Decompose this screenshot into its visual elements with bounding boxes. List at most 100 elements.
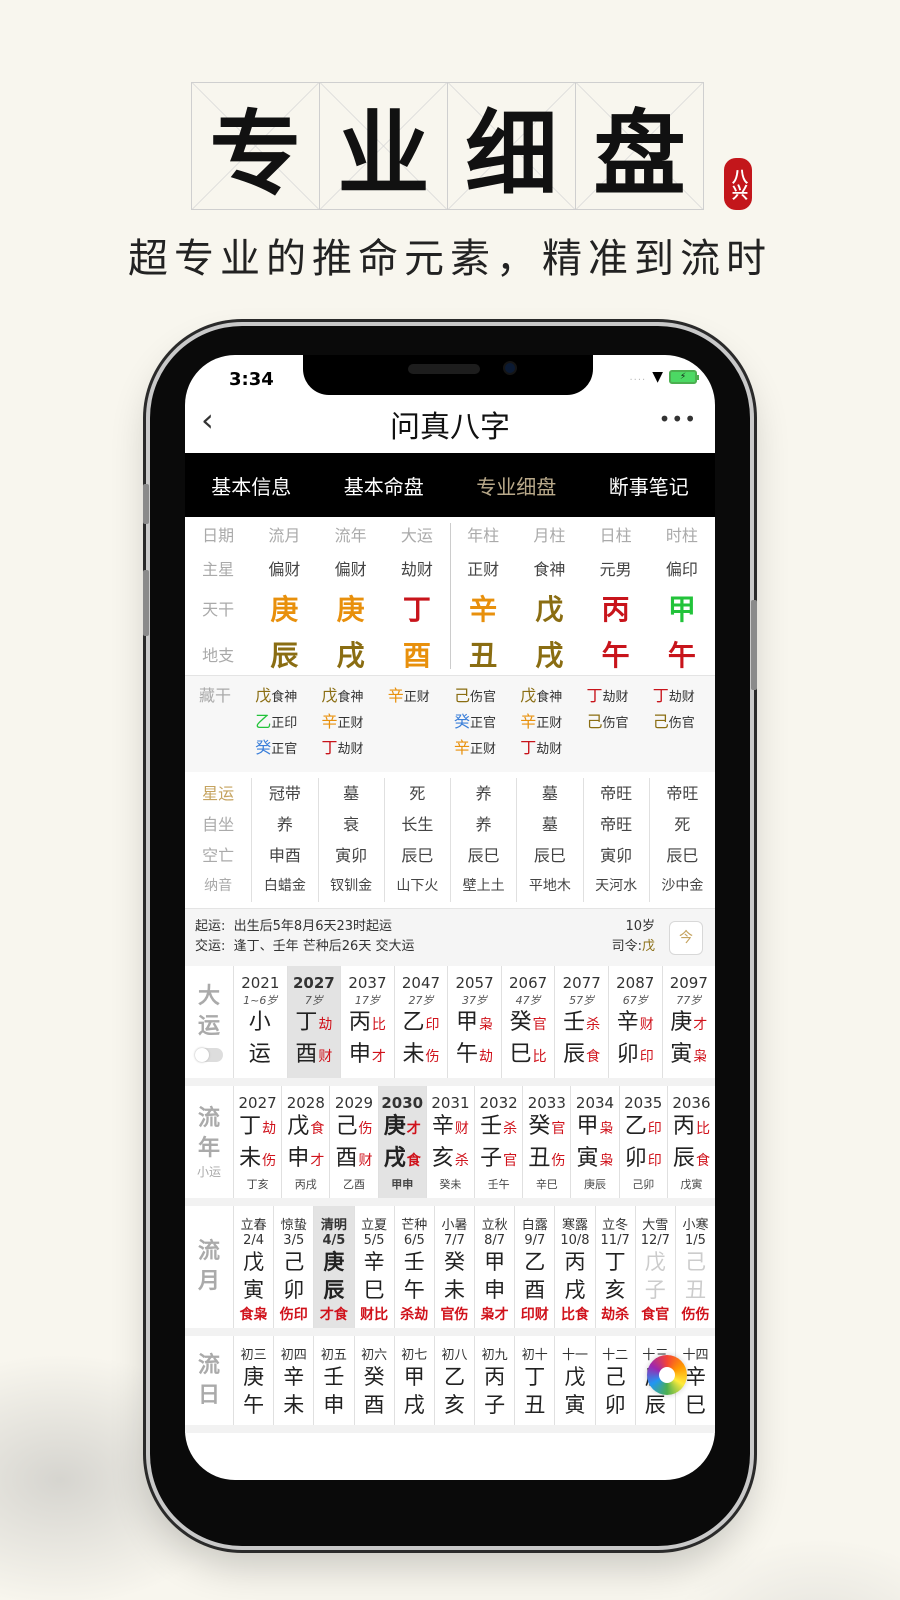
liunian-column[interactable]: 2031 辛财 亥杀 癸未 [425, 1086, 474, 1198]
calendar-today-icon[interactable]: 今 [669, 921, 703, 955]
dayun-column[interactable]: 2037 17岁 丙比 申才 [340, 966, 394, 1078]
dayun-column[interactable]: 2047 27岁 乙印 未伤 [393, 966, 448, 1078]
dayun-column[interactable]: 2087 67岁 辛财 卯印 [607, 966, 662, 1078]
row-label: 自坐 [202, 815, 235, 834]
row-label: 日期 [202, 526, 235, 545]
gan-zhi-char: 未 [402, 1042, 425, 1067]
liuri-column[interactable]: 初四辛未 [273, 1336, 313, 1425]
dayun-column[interactable]: 2057 37岁 甲枭 午劫 [447, 966, 501, 1078]
liunian-column[interactable]: 2035 乙印 卯印 己卯 [618, 1086, 667, 1198]
ganzhi: 卯印 [609, 1040, 662, 1072]
month-ten-gods: 才食 [319, 1307, 348, 1323]
liunian-column[interactable]: 2027 丁劫 未伤 丁亥 [233, 1086, 281, 1198]
dayun-column[interactable]: 2021 1~6岁小运 [233, 966, 287, 1078]
tab-notes[interactable]: 断事笔记 [609, 471, 689, 500]
day-branch: 午 [243, 1393, 265, 1417]
xingyun-column: 冠带养申酉 白蜡金 [251, 778, 317, 902]
day-stem: 庚 [243, 1365, 265, 1389]
liuri-column[interactable]: 初八乙亥 [433, 1336, 474, 1425]
liuyue-column[interactable]: 立春 2/4 戊寅食枭 [233, 1206, 273, 1328]
tab-basic-info[interactable]: 基本信息 [211, 471, 291, 500]
term-date: 3/5 [283, 1233, 305, 1248]
tab-basic-chart[interactable]: 基本命盘 [344, 471, 424, 500]
camera-icon [503, 361, 517, 375]
ganzhi: 乙印 [395, 1008, 448, 1040]
gan-zhi-char: 酉 [335, 1146, 358, 1171]
month-ten-gods: 伤伤 [681, 1307, 710, 1323]
pillar-stem: 甲 [667, 593, 696, 626]
xiaoyun-ganzhi: 乙酉 [343, 1178, 365, 1191]
month-stem: 癸 [443, 1250, 465, 1274]
liunian-column[interactable]: 2034 甲枭 寅枭 庚辰 [570, 1086, 618, 1198]
month-stem: 己 [684, 1250, 706, 1274]
liuyue-column[interactable]: 白露 9/7 乙酉印财 [514, 1206, 554, 1328]
liuyue-column[interactable]: 立冬 11/7 丁亥劫杀 [594, 1206, 635, 1328]
tab-pro-chart[interactable]: 专业细盘 [476, 471, 556, 500]
liuyue-column[interactable]: 立夏 5/5 辛巳财比 [353, 1206, 394, 1328]
row-label: 纳音 [204, 878, 233, 894]
ganzhi: 小 [234, 1008, 287, 1040]
gan-zhi-char: 辰 [563, 1042, 586, 1067]
liuyue-column[interactable]: 立秋 8/7 甲申枭才 [474, 1206, 514, 1328]
liunian-year: 2034 [575, 1094, 615, 1112]
ganzhi: 酉财 [330, 1144, 377, 1176]
xingyun-cell: 辰巳 [401, 846, 434, 865]
liuyue-column[interactable]: 大雪 12/7 戊子食官 [634, 1206, 675, 1328]
liuri-column[interactable]: 初五壬申 [313, 1336, 353, 1425]
liuyue-column[interactable]: 寒露 10/8 丙戌比食 [554, 1206, 594, 1328]
dayun-column[interactable]: 2077 57岁 壬杀 辰食 [554, 966, 608, 1078]
liuyue-column[interactable]: 清明 4/5 庚辰才食 [313, 1206, 354, 1328]
ganzhi: 癸官 [502, 1008, 555, 1040]
liunian-year: 2036 [672, 1094, 711, 1112]
pillar-star: 食神 [533, 560, 566, 579]
liunian-column[interactable]: 2033 癸官 丑伤 辛巳 [522, 1086, 570, 1198]
ten-god-badge: 财 [358, 1153, 373, 1169]
xingyun-cell: 壁上土 [462, 878, 505, 894]
camera-shutter-icon[interactable] [647, 1355, 687, 1395]
phone-side-button [143, 570, 149, 636]
liunian-column[interactable]: 2030 庚才 戌食 甲申 [377, 1086, 426, 1198]
gan-zhi-char: 寅 [576, 1146, 599, 1171]
liuyue-column[interactable]: 小暑 7/7 癸未官伤 [433, 1206, 474, 1328]
dayun-column[interactable]: 2097 77岁 庚才 寅枭 [661, 966, 716, 1078]
liuri-column[interactable]: 初十丁丑 [514, 1336, 554, 1425]
day-branch: 辰 [644, 1393, 666, 1417]
liuri-column[interactable]: 初七甲戌 [393, 1336, 434, 1425]
xingyun-cell: 山下火 [396, 878, 439, 894]
liuri-column[interactable]: 初六癸酉 [353, 1336, 394, 1425]
liuri-column[interactable]: 初九丙子 [474, 1336, 514, 1425]
xingyun-cell: 长生 [401, 815, 434, 834]
xiaoyun-ganzhi: 己卯 [632, 1178, 655, 1191]
ten-god-badge: 才 [310, 1153, 325, 1169]
gan-zhi-char: 戌 [383, 1146, 406, 1171]
ten-god: 劫财 [602, 690, 629, 705]
pillar-star: 偏财 [334, 560, 367, 579]
liunian-column[interactable]: 2036 丙比 辰食 戊寅 [666, 1086, 715, 1198]
liuyue-column[interactable]: 芒种 6/5 壬午杀劫 [393, 1206, 434, 1328]
dayun-column[interactable]: 2067 47岁 癸官 巳比 [500, 966, 555, 1078]
liunian-year: 2028 [286, 1094, 325, 1112]
pillar-head: 日柱 [599, 526, 632, 545]
month-branch: 巳 [363, 1278, 385, 1302]
xiaoyun-toggle[interactable] [195, 1048, 223, 1062]
dayun-column[interactable]: 2027 7岁 丁劫 酉财 [286, 966, 341, 1078]
more-dots-icon[interactable]: ••• [659, 407, 697, 431]
liunian-column[interactable]: 2028 戊食 申才 丙戌 [281, 1086, 329, 1198]
liuri-column[interactable]: 十二己卯 [594, 1336, 635, 1425]
nav-bar: ‹ 问真八字 ••• [185, 397, 715, 449]
liunian-column[interactable]: 2029 己伤 酉财 乙酉 [329, 1086, 377, 1198]
hidden-stem: 辛正财 [454, 736, 516, 762]
ten-god: 伤官 [602, 716, 629, 731]
liuri-column[interactable]: 初三庚午 [233, 1336, 273, 1425]
xingyun-column: 死长生 辰巳 山下火 [383, 778, 450, 902]
liuyue-column[interactable]: 小寒 1/5 己丑伤伤 [674, 1206, 715, 1328]
gan-zhi-char: 庚 [670, 1010, 693, 1035]
qiyun-right: 10岁 司令:戊 [612, 917, 655, 957]
liunian-column[interactable]: 2032 壬杀 子官 壬午 [474, 1086, 522, 1198]
stem: 丁 [652, 686, 669, 705]
hidden-stem: 辛正财 [388, 684, 450, 710]
month-stem: 庚 [323, 1250, 345, 1274]
liuri-column[interactable]: 十一戊寅 [554, 1336, 594, 1425]
ten-god: 正财 [337, 716, 364, 731]
liuyue-column[interactable]: 惊蛰 3/5 己卯伤印 [273, 1206, 313, 1328]
